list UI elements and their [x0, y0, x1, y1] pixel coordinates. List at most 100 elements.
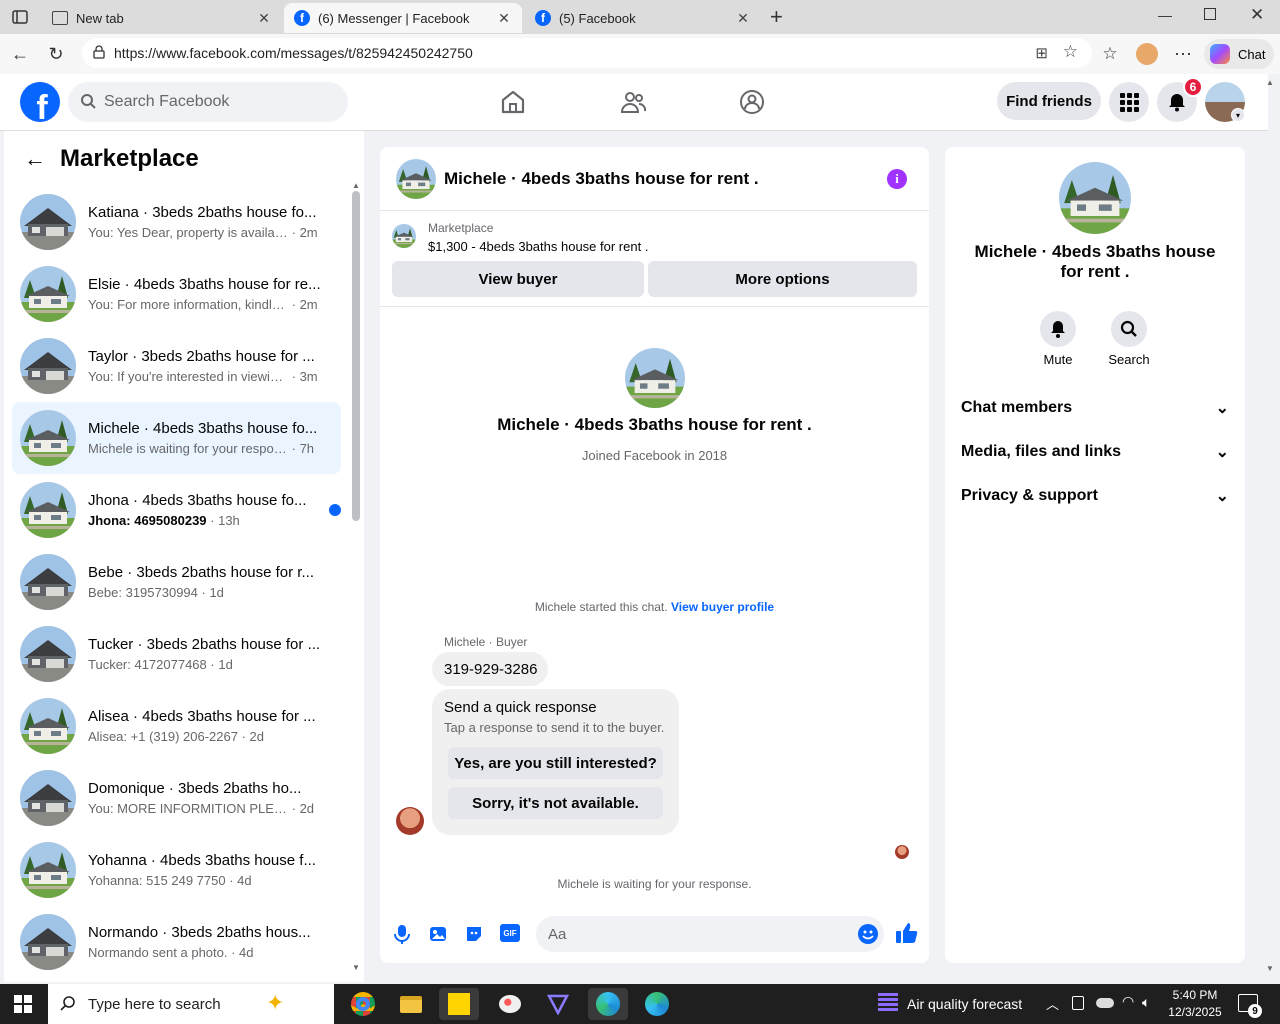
meet-now-icon[interactable]	[1072, 996, 1084, 1010]
conversation-thumbnail	[20, 194, 76, 250]
facebook-logo[interactable]: f	[20, 82, 60, 122]
wifi-icon[interactable]: ◠	[1122, 993, 1134, 1010]
chat-started-text: Michele started this chat.	[534, 600, 668, 614]
conversation-item[interactable]: Jhona · 4beds 3baths house fo... Jhona: 4…	[12, 474, 341, 546]
sidebar-scrollbar[interactable]	[352, 191, 360, 521]
view-buyer-profile-link[interactable]: View buyer profile	[671, 600, 774, 614]
chat-title[interactable]: Michele · 4beds 3baths house for rent .	[444, 169, 759, 189]
site-info-icon[interactable]	[92, 45, 106, 59]
conversation-item[interactable]: Domonique · 3beds 2baths ho... You: MORE …	[12, 762, 341, 834]
conversation-item[interactable]: Yohanna · 4beds 3baths house f... Yohanna…	[12, 834, 341, 906]
onedrive-cloud-icon[interactable]	[1096, 998, 1114, 1008]
groups-icon[interactable]	[738, 88, 766, 116]
clock[interactable]: 5:40 PM 12/3/2025	[1166, 987, 1224, 1021]
vpn-app-icon[interactable]	[538, 988, 578, 1020]
gif-icon[interactable]: GIF	[500, 924, 520, 942]
tab-messenger[interactable]: f (6) Messenger | Facebook ✕	[284, 3, 522, 33]
windows-start-icon[interactable]	[14, 995, 32, 1018]
search-facebook-input[interactable]: Search Facebook	[68, 82, 348, 122]
chrome-app-icon[interactable]	[343, 988, 383, 1020]
friends-icon[interactable]	[619, 88, 647, 116]
more-options-button[interactable]: More options	[648, 261, 917, 297]
account-chevron-icon[interactable]: ▾	[1231, 108, 1245, 122]
conversation-item[interactable]: Bebe · 3beds 2baths house for r... Bebe: …	[12, 546, 341, 618]
edge-browser-icon[interactable]	[588, 988, 628, 1020]
conversation-thumbnail	[20, 554, 76, 610]
quick-response-subtitle: Tap a response to send it to the buyer.	[444, 720, 665, 735]
air-quality-icon[interactable]	[878, 993, 898, 1013]
windows-taskbar: Type here to search ✦ Air quality foreca…	[0, 984, 1280, 1024]
details-avatar[interactable]	[1059, 162, 1131, 234]
conversation-item[interactable]: Alisea · 4beds 3baths house for ... Alise…	[12, 690, 341, 762]
back-icon[interactable]: ←	[8, 42, 32, 66]
copilot-chat-button[interactable]: Chat	[1204, 39, 1274, 69]
paint-app-icon[interactable]	[490, 988, 530, 1020]
notification-count: 6	[1189, 80, 1197, 94]
preview-time: 3m	[299, 369, 318, 384]
scroll-up-arrow[interactable]: ▲	[352, 181, 360, 190]
profile-avatar[interactable]	[1136, 43, 1158, 65]
profile-avatar-large[interactable]	[625, 348, 685, 408]
more-menu-icon[interactable]: ⋯	[1171, 42, 1195, 66]
conversation-item[interactable]: Katiana · 3beds 2baths house fo... You: Y…	[12, 186, 341, 258]
favorite-star-icon[interactable]: ☆	[1063, 42, 1078, 62]
message-bubble[interactable]: 319-929-3286	[432, 652, 548, 686]
conversation-item[interactable]: Taylor · 3beds 2baths house for ... You: …	[12, 330, 341, 402]
chevron-up-icon[interactable]: ︿	[1046, 994, 1059, 1013]
chat-members-section[interactable]: Chat members ⌄	[961, 393, 1229, 423]
close-window-button[interactable]: ✕	[1250, 5, 1264, 25]
listing-title[interactable]: $1,300 - 4beds 3baths house for rent .	[428, 239, 648, 254]
favorites-icon[interactable]: ☆	[1098, 42, 1122, 66]
search-in-chat-button[interactable]	[1111, 311, 1147, 347]
tab-actions-icon[interactable]	[8, 5, 32, 29]
microphone-icon[interactable]	[394, 924, 410, 949]
sticky-notes-icon[interactable]	[439, 988, 479, 1020]
view-buyer-button[interactable]: View buyer	[392, 261, 644, 297]
tab-new-tab[interactable]: New tab ✕	[42, 3, 282, 33]
scroll-down-arrow[interactable]: ▼	[352, 963, 360, 972]
conversation-item[interactable]: Elsie · 4beds 3baths house for re... You:…	[12, 258, 341, 330]
new-tab-button[interactable]: +	[770, 4, 783, 30]
info-icon[interactable]: i	[887, 169, 907, 189]
mute-button[interactable]	[1040, 311, 1076, 347]
find-friends-label: Find friends	[1006, 92, 1092, 110]
chat-avatar[interactable]	[396, 158, 436, 199]
sender-avatar[interactable]	[396, 807, 424, 835]
restore-button[interactable]	[1204, 8, 1216, 20]
privacy-support-section[interactable]: Privacy & support ⌄	[961, 481, 1229, 511]
media-files-links-section[interactable]: Media, files and links ⌄	[961, 437, 1229, 467]
message-input[interactable]: Aa	[536, 916, 884, 952]
page-scroll-up[interactable]: ▲	[1266, 78, 1274, 87]
conversation-item[interactable]: Michele · 4beds 3baths house fo... Michel…	[12, 402, 341, 474]
weather-text[interactable]: Air quality forecast	[907, 996, 1022, 1012]
page-scroll-down[interactable]: ▼	[1266, 964, 1274, 973]
home-icon[interactable]	[499, 88, 527, 116]
app-available-icon[interactable]: ⊞	[1035, 44, 1048, 62]
minimize-button[interactable]: —	[1158, 7, 1172, 23]
emoji-icon[interactable]	[858, 924, 878, 944]
photo-icon[interactable]	[428, 924, 448, 949]
close-tab-icon[interactable]: ✕	[256, 10, 272, 27]
quick-reply-not-available[interactable]: Sorry, it's not available.	[448, 787, 663, 819]
sticker-icon[interactable]	[464, 924, 484, 949]
menu-grid-button[interactable]	[1109, 82, 1149, 122]
url-field[interactable]: https://www.facebook.com/messages/t/8259…	[82, 38, 1092, 68]
conversation-item[interactable]: Normando · 3beds 2baths hous... Normando …	[12, 906, 341, 978]
close-tab-icon[interactable]: ✕	[496, 10, 512, 27]
taskbar-search[interactable]: Type here to search ✦	[48, 984, 334, 1024]
edge-profile-icon[interactable]	[637, 988, 677, 1020]
speaker-icon[interactable]: 🔈︎	[1142, 994, 1150, 1011]
file-explorer-icon[interactable]	[391, 988, 431, 1020]
like-thumb-icon[interactable]	[895, 922, 919, 949]
section-label: Media, files and links	[961, 443, 1122, 460]
tab-title: (5) Facebook	[559, 10, 636, 26]
find-friends-button[interactable]: Find friends	[997, 82, 1101, 120]
listing-thumbnail[interactable]	[392, 224, 416, 248]
quick-reply-still-interested[interactable]: Yes, are you still interested?	[448, 747, 663, 779]
preview-separator: ·	[225, 873, 238, 888]
tab-facebook[interactable]: f (5) Facebook ✕	[525, 3, 761, 33]
back-arrow-icon[interactable]: ←	[24, 146, 46, 172]
close-tab-icon[interactable]: ✕	[735, 10, 751, 27]
conversation-item[interactable]: Tucker · 3beds 2baths house for ... Tucke…	[12, 618, 341, 690]
refresh-icon[interactable]: ↻	[44, 42, 68, 66]
